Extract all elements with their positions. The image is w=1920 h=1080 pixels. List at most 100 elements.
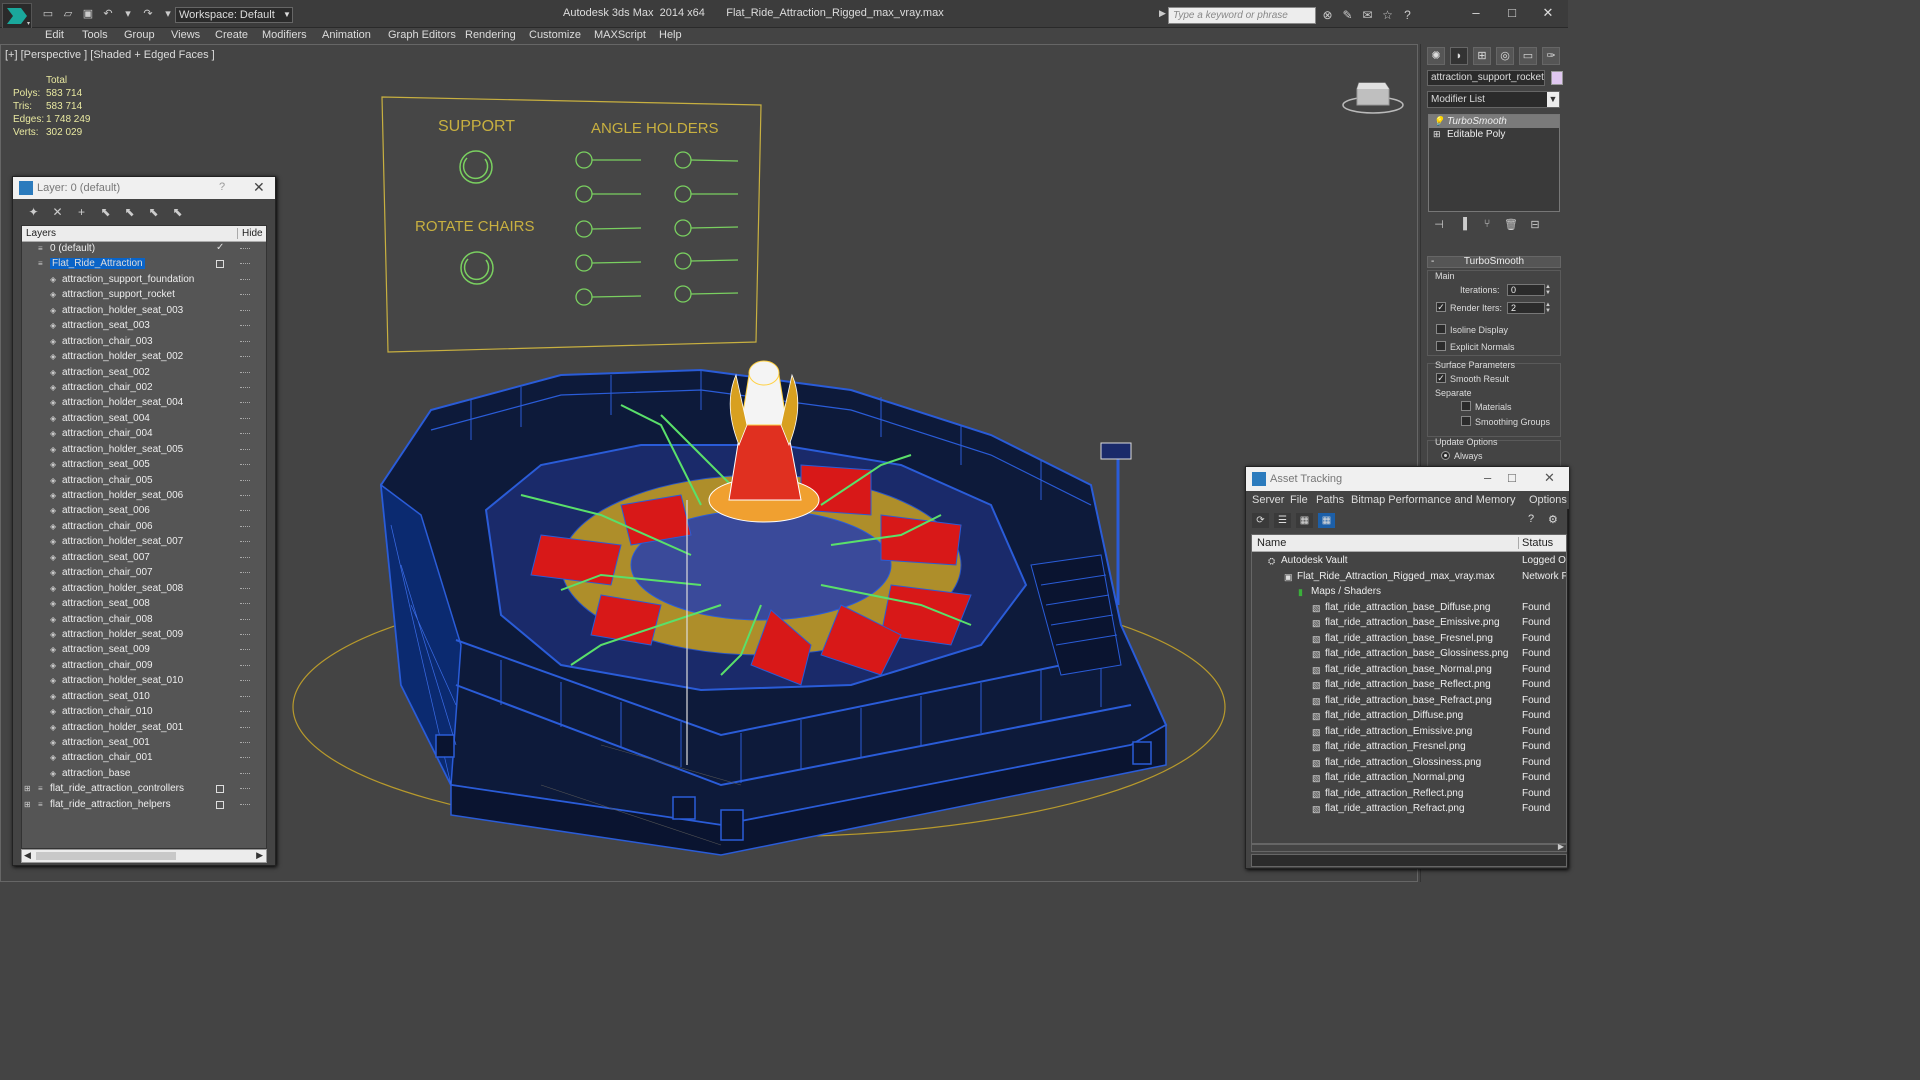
expand-plus-icon[interactable]: ⊞ [1433, 129, 1443, 139]
menu-graph-editors[interactable]: Graph Editors [388, 29, 456, 41]
motion-tab-icon[interactable]: ◎ [1496, 47, 1514, 65]
object-row[interactable]: ◈ attraction_holder_seat_009 [22, 628, 266, 643]
search-input[interactable]: Type a keyword or phrase [1168, 7, 1316, 24]
smooth-result-checkbox[interactable]: ✓ [1436, 373, 1446, 383]
asset-row[interactable]: ▧ flat_ride_attraction_Emissive.png Found [1252, 725, 1566, 741]
redo-dropdown-icon[interactable]: ▾ [160, 7, 176, 21]
menu-maxscript[interactable]: MAXScript [594, 29, 646, 41]
layer-window-titlebar[interactable]: Layer: 0 (default) ? ✕ [13, 177, 275, 199]
object-row[interactable]: ◈ attraction_holder_seat_003 [22, 304, 266, 319]
hide-toggle[interactable] [240, 309, 250, 312]
menu-edit[interactable]: Edit [45, 29, 64, 41]
asset-row[interactable]: ▣ Flat_Ride_Attraction_Rigged_max_vray.ma… [1252, 570, 1566, 586]
remove-modifier-icon[interactable]: 🗑 [1503, 218, 1519, 232]
modify-tab-icon[interactable]: ◗ [1450, 47, 1468, 65]
asset-row[interactable]: ▧ flat_ride_attraction_Diffuse.png Found [1252, 709, 1566, 725]
app-menu-button[interactable] [2, 3, 32, 29]
current-layer-check-icon[interactable]: ✓ [216, 242, 226, 253]
stack-item-editable-poly[interactable]: ⊞ Editable Poly [1429, 128, 1559, 141]
layers-column-header[interactable]: Layers [26, 228, 56, 239]
layer-horizontal-scrollbar[interactable]: ◀ ▶ [21, 849, 267, 863]
render-iters-spinner[interactable]: 2 [1507, 302, 1545, 314]
object-row[interactable]: ◈ attraction_seat_002 [22, 366, 266, 381]
explicit-normals-checkbox[interactable] [1436, 341, 1446, 351]
asset-menu-file[interactable]: File [1290, 494, 1308, 506]
asset-row[interactable]: ▧ flat_ride_attraction_base_Normal.png Fou… [1252, 663, 1566, 679]
hide-toggle[interactable] [240, 541, 250, 543]
close-icon[interactable]: ✕ [1544, 470, 1555, 486]
menu-animation[interactable]: Animation [322, 29, 371, 41]
asset-menu-options[interactable]: Options [1529, 494, 1567, 506]
hide-toggle[interactable] [240, 248, 250, 250]
object-row[interactable]: ◈ attraction_holder_seat_005 [22, 443, 266, 458]
isoline-display-checkbox[interactable] [1436, 324, 1446, 334]
hide-toggle[interactable] [240, 278, 250, 281]
object-row[interactable]: ◈ attraction_seat_010 [22, 690, 266, 705]
open-file-icon[interactable]: ▱ [60, 7, 76, 21]
object-row[interactable]: ◈ attraction_holder_seat_007 [22, 535, 266, 550]
object-color-swatch[interactable] [1551, 71, 1563, 85]
object-row[interactable]: ◈ attraction_holder_seat_004 [22, 396, 266, 411]
favorites-star-icon[interactable]: ☆ [1380, 8, 1395, 23]
asset-row[interactable]: ▮ Maps / Shaders [1252, 585, 1566, 601]
hide-toggle[interactable] [240, 371, 250, 374]
asset-row[interactable]: ▧ flat_ride_attraction_base_Refract.png Fo… [1252, 694, 1566, 710]
help-button[interactable]: ? [219, 181, 225, 193]
utilities-tab-icon[interactable]: ✑ [1542, 47, 1560, 65]
hide-toggle[interactable] [240, 386, 250, 389]
hierarchy-tab-icon[interactable]: ⊞ [1473, 47, 1491, 65]
asset-row[interactable]: ▧ flat_ride_attraction_base_Emissive.png F… [1252, 616, 1566, 632]
asset-row[interactable]: ▧ flat_ride_attraction_Reflect.png Found [1252, 787, 1566, 803]
object-row[interactable]: ◈ attraction_chair_002 [22, 381, 266, 396]
layer-row[interactable]: ≡ Flat_Ride_Attraction [22, 257, 266, 272]
hide-toggle[interactable] [240, 587, 250, 590]
object-row[interactable]: ◈ attraction_chair_001 [22, 751, 266, 766]
object-row[interactable]: ◈ attraction_holder_seat_002 [22, 350, 266, 365]
create-layer-icon[interactable]: ✦ [25, 204, 42, 220]
modifier-list-dropdown[interactable]: Modifier List ▼ [1427, 91, 1560, 108]
hide-toggle[interactable] [240, 525, 250, 528]
expand-plus-icon[interactable]: ⊞ [24, 785, 32, 793]
object-row[interactable]: ◈ attraction_chair_008 [22, 613, 266, 628]
hide-toggle[interactable] [240, 556, 250, 559]
help-icon[interactable]: ? [1400, 8, 1415, 23]
object-row[interactable]: ◈ attraction_chair_010 [22, 705, 266, 720]
smoothing-groups-checkbox[interactable] [1461, 416, 1471, 426]
thumbnail-view-icon[interactable]: ▦ [1296, 513, 1313, 528]
asset-path-field[interactable] [1251, 854, 1567, 867]
configure-sets-icon[interactable]: ⊟ [1527, 218, 1543, 232]
spinner-arrows-icon[interactable]: ▲ ▼ [1545, 284, 1552, 296]
object-row[interactable]: ◈ attraction_chair_004 [22, 427, 266, 442]
object-name-field[interactable]: attraction_support_rocket [1427, 70, 1545, 86]
hide-toggle[interactable] [240, 448, 250, 451]
iterations-spinner[interactable]: 0 [1507, 284, 1545, 296]
hide-toggle[interactable] [240, 402, 250, 404]
delete-layer-icon[interactable]: ✕ [49, 204, 66, 220]
object-row[interactable]: ◈ attraction_chair_009 [22, 659, 266, 674]
menu-views[interactable]: Views [171, 29, 200, 41]
hide-toggle[interactable] [240, 803, 250, 806]
close-icon[interactable]: ✕ [253, 179, 265, 196]
add-to-layer-icon[interactable]: + [73, 204, 90, 220]
hide-toggle[interactable] [240, 788, 250, 790]
freeze-all-icon[interactable]: ⬉ [169, 204, 186, 220]
undo-icon[interactable]: ↶ [100, 7, 116, 21]
hide-toggle[interactable] [240, 649, 250, 651]
asset-window-titlebar[interactable]: Asset Tracking – □ ✕ [1246, 467, 1569, 491]
menu-create[interactable]: Create [215, 29, 248, 41]
list-view-icon[interactable]: ☰ [1274, 513, 1291, 528]
hide-toggle[interactable] [240, 294, 250, 296]
make-unique-icon[interactable]: ⑂ [1479, 218, 1495, 232]
stack-item-turbosmooth[interactable]: 💡 TurboSmooth [1429, 115, 1559, 128]
object-row[interactable]: ◈ attraction_chair_003 [22, 335, 266, 350]
menu-group[interactable]: Group [124, 29, 155, 41]
object-row[interactable]: ◈ attraction_support_rocket [22, 288, 266, 303]
hide-column-header[interactable]: Hide [237, 228, 263, 239]
object-row[interactable]: ◈ attraction_holder_seat_008 [22, 582, 266, 597]
show-end-result-icon[interactable]: ▐ [1455, 218, 1471, 232]
render-iters-checkbox[interactable]: ✓ [1436, 302, 1446, 312]
hide-toggle[interactable] [240, 263, 250, 265]
hide-toggle[interactable] [240, 325, 250, 327]
asset-row[interactable]: ▧ flat_ride_attraction_Refract.png Found [1252, 802, 1566, 818]
set-current-layer-checkbox[interactable] [216, 785, 224, 794]
